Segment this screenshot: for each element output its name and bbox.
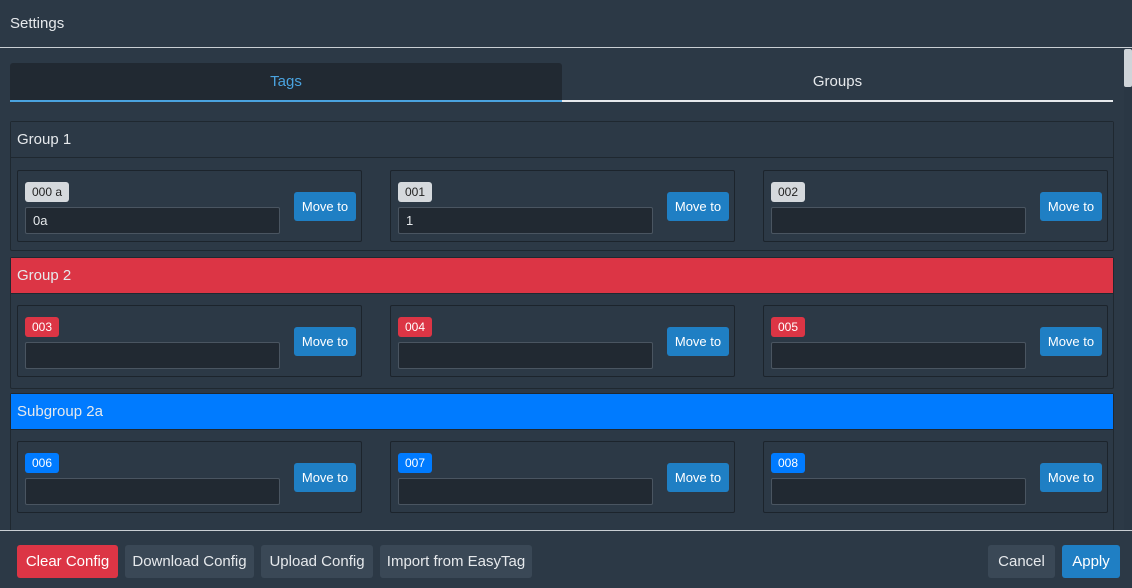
move-to-button[interactable]: Move to — [667, 463, 729, 492]
tab-groups[interactable]: Groups — [562, 63, 1113, 102]
group-panel: Subgroup 2a 006 Move to 007 Move to 008 … — [10, 393, 1114, 530]
tag-card: 007 Move to — [390, 441, 735, 513]
move-to-button[interactable]: Move to — [667, 192, 729, 221]
move-to-button[interactable]: Move to — [1040, 463, 1102, 492]
tag-name-input[interactable] — [398, 478, 653, 505]
tag-name-input[interactable] — [25, 478, 280, 505]
tab-tags[interactable]: Tags — [10, 63, 562, 102]
tag-card: 000 a Move to — [17, 170, 362, 242]
modal-title: Settings — [10, 15, 65, 32]
modal-footer: Clear Config Download Config Upload Conf… — [0, 530, 1132, 588]
group-header: Group 1 — [11, 122, 1113, 158]
tag-card: 002 Move to — [763, 170, 1108, 242]
tag-badge: 002 — [771, 182, 806, 202]
tag-name-input[interactable] — [398, 207, 653, 234]
move-to-button[interactable]: Move to — [294, 192, 356, 221]
scrollbar-thumb[interactable] — [1124, 49, 1132, 87]
settings-modal: Settings Tags Groups Group 1 000 a Move … — [0, 0, 1132, 588]
tag-badge: 004 — [398, 317, 433, 337]
tag-name-input[interactable] — [398, 342, 653, 369]
tag-card: 008 Move to — [763, 441, 1108, 513]
scrollbar-track[interactable] — [1124, 49, 1132, 530]
group-panel: Group 1 000 a Move to 001 Move to 002 Mo… — [10, 121, 1114, 251]
tag-card: 004 Move to — [390, 305, 735, 377]
tag-card: 006 Move to — [17, 441, 362, 513]
tag-name-input[interactable] — [25, 342, 280, 369]
apply-button[interactable]: Apply — [1062, 545, 1120, 578]
modal-body: Tags Groups Group 1 000 a Move to 001 Mo… — [0, 49, 1132, 530]
move-to-button[interactable]: Move to — [294, 463, 356, 492]
tag-badge: 008 — [771, 453, 806, 473]
move-to-button[interactable]: Move to — [294, 327, 356, 356]
tag-badge: 000 a — [25, 182, 70, 202]
tag-card: 005 Move to — [763, 305, 1108, 377]
group-header: Group 2 — [11, 258, 1113, 294]
tag-badge: 006 — [25, 453, 60, 473]
tag-name-input[interactable] — [771, 207, 1026, 234]
tag-badge: 007 — [398, 453, 433, 473]
tag-card: 001 Move to — [390, 170, 735, 242]
cancel-button[interactable]: Cancel — [988, 545, 1055, 578]
tab-bar: Tags Groups — [10, 63, 1113, 102]
tag-badge: 005 — [771, 317, 806, 337]
move-to-button[interactable]: Move to — [667, 327, 729, 356]
tag-name-input[interactable] — [771, 342, 1026, 369]
move-to-button[interactable]: Move to — [1040, 192, 1102, 221]
tag-name-input[interactable] — [771, 478, 1026, 505]
modal-header: Settings — [0, 0, 1132, 48]
upload-config-button[interactable]: Upload Config — [261, 545, 373, 578]
move-to-button[interactable]: Move to — [1040, 327, 1102, 356]
import-easytag-button[interactable]: Import from EasyTag — [380, 545, 532, 578]
tag-badge: 003 — [25, 317, 60, 337]
group-panel: Group 2 003 Move to 004 Move to 005 Move… — [10, 257, 1114, 389]
tag-card: 003 Move to — [17, 305, 362, 377]
group-header: Subgroup 2a — [11, 394, 1113, 430]
clear-config-button[interactable]: Clear Config — [17, 545, 118, 578]
download-config-button[interactable]: Download Config — [125, 545, 254, 578]
tag-badge: 001 — [398, 182, 433, 202]
tag-name-input[interactable] — [25, 207, 280, 234]
